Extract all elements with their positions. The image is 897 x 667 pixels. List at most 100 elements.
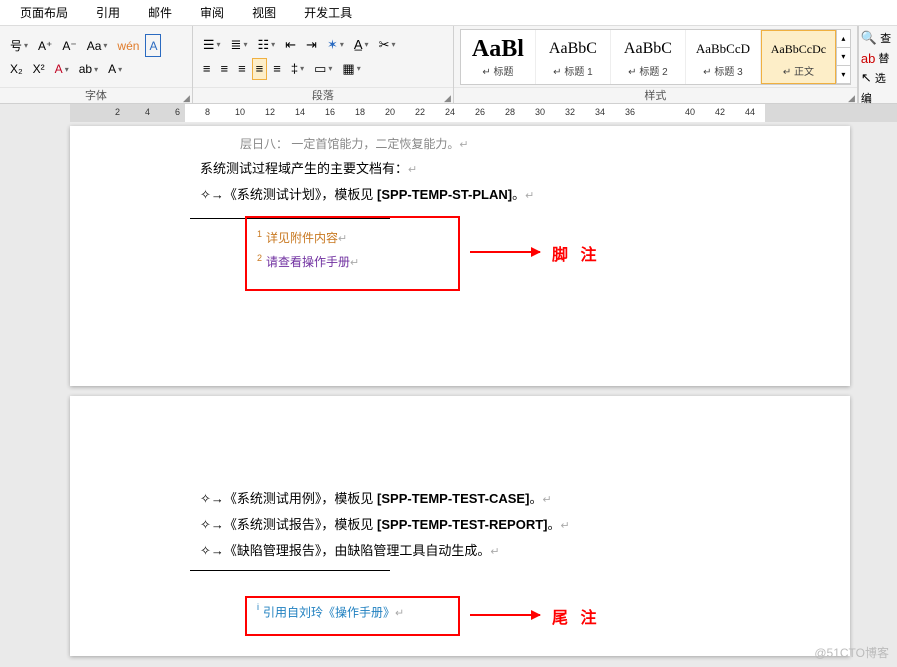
para-item2: ✧→《系统测试用例》，模板见 [SPP-TEMP-TEST-CASE]。↵ [200, 486, 730, 512]
menu-review[interactable]: 审阅 [186, 4, 238, 21]
ruler-tick: 2 [115, 107, 120, 117]
menu-bar: 页面布局 引用 邮件 审阅 视图 开发工具 [0, 0, 897, 26]
subscript-button[interactable]: X₂ [6, 59, 27, 79]
group-styles: AaBl ↵ 标题 AaBbC ↵ 标题 1 AaBbC ↵ 标题 2 AaBb… [454, 26, 858, 103]
arrow-icon [470, 614, 540, 616]
style-normal[interactable]: AaBbCcDc ↵ 正文 [761, 30, 836, 84]
ruler-tick: 28 [505, 107, 515, 117]
style-heading1[interactable]: AaBbC ↵ 标题 1 [536, 30, 611, 84]
body-text[interactable]: 层日八： 一定首馆能力，二定恢复能力。↵ 系统测试过程域产生的主要文档有：↵ ✧… [200, 132, 730, 208]
font-color-button[interactable]: A▾ [51, 59, 73, 79]
callout-footnote: 脚 注 [552, 241, 600, 265]
endnote-1[interactable]: i引用自刘玲《操作手册》↵ [257, 602, 448, 621]
highlight-button[interactable]: ab▾ [75, 59, 102, 79]
increase-indent-button[interactable]: ⇥ [302, 34, 321, 56]
para-intro: 系统测试过程域产生的主要文档有：↵ [200, 156, 730, 182]
page-2: ✧→《系统测试用例》，模板见 [SPP-TEMP-TEST-CASE]。↵ ✧→… [70, 396, 850, 656]
line-spacing-button[interactable]: ‡▾ [287, 58, 308, 80]
body-text-2[interactable]: ✧→《系统测试用例》，模板见 [SPP-TEMP-TEST-CASE]。↵ ✧→… [200, 486, 730, 564]
menu-page-layout[interactable]: 页面布局 [6, 4, 82, 21]
styles-gallery: AaBl ↵ 标题 AaBbC ↵ 标题 1 AaBbC ↵ 标题 2 AaBb… [460, 29, 851, 85]
select-button[interactable]: ↖选 [861, 68, 895, 88]
gallery-up-button[interactable]: ▴ [837, 30, 850, 48]
style-title[interactable]: AaBl ↵ 标题 [461, 30, 536, 84]
group-paragraph: ☰▾ ≣▾ ☷▾ ⇤ ⇥ ✶▾ A̲▾ ✂▾ ≡ ≡ ≡ ≡ ≡ ‡▾ ▭▾ [193, 26, 454, 103]
watermark: @51CTO博客 [814, 644, 889, 661]
gallery-more-button[interactable]: ▾ [837, 66, 850, 84]
ruler-tick: 26 [475, 107, 485, 117]
grow-font-button[interactable]: A⁺ [34, 34, 56, 57]
menu-mailings[interactable]: 邮件 [134, 4, 186, 21]
decrease-indent-button[interactable]: ⇤ [281, 34, 300, 56]
ruler-tick: 40 [685, 107, 695, 117]
align-left-button[interactable]: ≡ [199, 58, 215, 80]
superscript-button[interactable]: X² [29, 59, 49, 79]
char-frame-button[interactable]: A [145, 34, 161, 57]
ruler-tick: 44 [745, 107, 755, 117]
style-heading3[interactable]: AaBbCcD ↵ 标题 3 [686, 30, 761, 84]
endnote-annotation-box: i引用自刘玲《操作手册》↵ [245, 596, 460, 636]
shrink-font-button[interactable]: A⁻ [58, 34, 80, 57]
gallery-scroll: ▴ ▾ ▾ [836, 30, 850, 84]
para-item4: ✧→《缺陷管理报告》，由缺陷管理工具自动生成。↵ [200, 538, 730, 564]
shading-button[interactable]: ▭▾ [310, 58, 336, 80]
fragment-line: 层日八： 一定首馆能力，二定恢复能力。↵ [200, 132, 730, 156]
footnote-1[interactable]: 1详见附件内容↵ [257, 226, 448, 250]
document-area[interactable]: 层日八： 一定首馆能力，二定恢复能力。↵ 系统测试过程域产生的主要文档有：↵ ✧… [0, 122, 897, 667]
align-right-button[interactable]: ≡ [234, 58, 250, 80]
ruler-tick: 10 [235, 107, 245, 117]
clear-format-button[interactable]: wén [113, 34, 143, 57]
footnote-annotation-box: 1详见附件内容↵ 2请查看操作手册↵ [245, 216, 460, 291]
para-item3: ✧→《系统测试报告》，模板见 [SPP-TEMP-TEST-REPORT]。↵ [200, 512, 730, 538]
ruler-tick: 16 [325, 107, 335, 117]
ruler-tick: 6 [175, 107, 180, 117]
arrow-icon [470, 251, 540, 253]
align-center-button[interactable]: ≡ [216, 58, 232, 80]
group-para-label: 段落◢ [193, 87, 453, 103]
footnote-2[interactable]: 2请查看操作手册↵ [257, 250, 448, 274]
multilevel-button[interactable]: ☷▾ [253, 34, 279, 56]
ruler-tick: 42 [715, 107, 725, 117]
horizontal-ruler[interactable]: 24681012141618202224262830323436404244 [70, 104, 897, 122]
ruler-tick: 30 [535, 107, 545, 117]
find-button[interactable]: 🔍查 [861, 28, 895, 48]
menu-references[interactable]: 引用 [82, 4, 134, 21]
gallery-down-button[interactable]: ▾ [837, 48, 850, 66]
char-border-button[interactable]: A▾ [104, 59, 126, 79]
ruler-tick: 34 [595, 107, 605, 117]
ruler-area: 24681012141618202224262830323436404244 [0, 104, 897, 122]
ruler-tick: 14 [295, 107, 305, 117]
endnote-separator [190, 570, 390, 571]
ruler-tick: 24 [445, 107, 455, 117]
show-marks-button[interactable]: A̲▾ [350, 34, 373, 56]
change-case-button[interactable]: Aa▾ [83, 34, 112, 57]
sort-button[interactable]: ✶▾ [323, 34, 348, 56]
numbering-button[interactable]: ≣▾ [227, 34, 252, 56]
style-heading2[interactable]: AaBbC ↵ 标题 2 [611, 30, 686, 84]
ribbon: 号▾ A⁺ A⁻ Aa▾ wén A X₂ X² A▾ ab▾ A▾ 字体◢ [0, 26, 897, 104]
ruler-tick: 8 [205, 107, 210, 117]
menu-developer[interactable]: 开发工具 [290, 4, 366, 21]
ruler-tick: 20 [385, 107, 395, 117]
para-item1: ✧→《系统测试计划》，模板见 [SPP-TEMP-ST-PLAN]。↵ [200, 182, 730, 208]
para-marks-button[interactable]: ✂▾ [375, 34, 400, 56]
font-size-box[interactable]: 号▾ [6, 34, 32, 57]
replace-button[interactable]: ab替 [861, 48, 895, 68]
group-styles-label: 样式◢ [454, 87, 857, 103]
ruler-tick: 18 [355, 107, 365, 117]
borders-button[interactable]: ▦▾ [338, 58, 364, 80]
group-font: 号▾ A⁺ A⁻ Aa▾ wén A X₂ X² A▾ ab▾ A▾ 字体◢ [0, 26, 193, 103]
group-editing: 🔍查 ab替 ↖选 编 [858, 26, 897, 103]
bullets-button[interactable]: ☰▾ [199, 34, 225, 56]
ruler-tick: 32 [565, 107, 575, 117]
align-justify-button[interactable]: ≡ [252, 58, 268, 80]
page-1: 层日八： 一定首馆能力，二定恢复能力。↵ 系统测试过程域产生的主要文档有：↵ ✧… [70, 126, 850, 386]
ruler-tick: 36 [625, 107, 635, 117]
menu-view[interactable]: 视图 [238, 4, 290, 21]
ruler-tick: 12 [265, 107, 275, 117]
ruler-tick: 22 [415, 107, 425, 117]
ruler-tick: 4 [145, 107, 150, 117]
group-font-label: 字体◢ [0, 87, 192, 103]
callout-endnote: 尾 注 [552, 604, 600, 628]
distribute-button[interactable]: ≡ [269, 58, 285, 80]
